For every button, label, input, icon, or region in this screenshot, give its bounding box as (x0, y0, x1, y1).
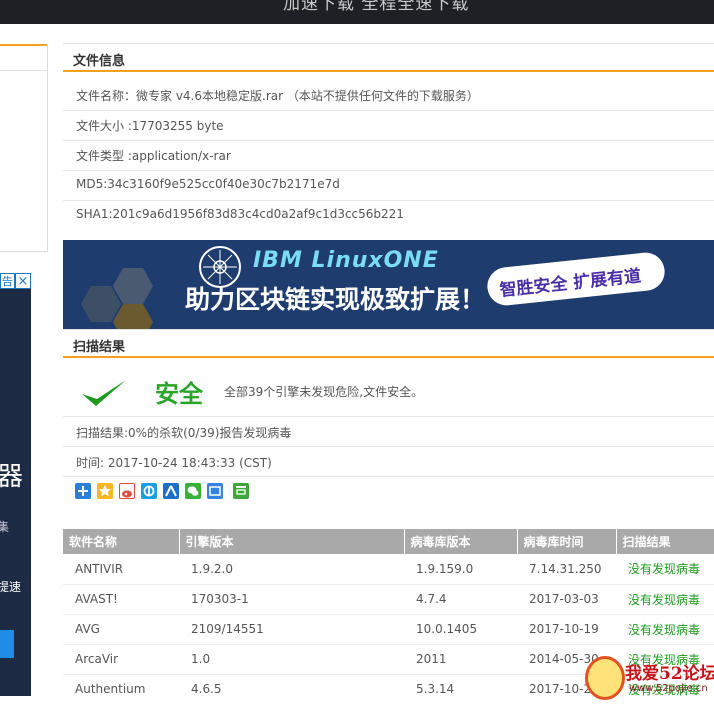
banner-brand: IBM LinuxONE (253, 248, 439, 273)
cell-software: AVAST! (63, 584, 179, 615)
left-panel-header (0, 44, 47, 71)
col-header-db-time: 病毒库时间 (517, 529, 617, 554)
divider (63, 110, 714, 111)
file-info-title: 文件信息 (73, 54, 126, 69)
table-row: AVG 2109/14551 10.0.1405 2017-10-19 没有发现… (63, 614, 714, 645)
cell-software: ANTIVIR (63, 554, 179, 585)
plus-share-icon[interactable] (75, 483, 91, 499)
table-row: ANTIVIR 1.9.2.0 1.9.159.0 7.14.31.250 没有… (63, 554, 714, 585)
cell-engine-version: 2109/14551 (179, 614, 404, 645)
douban-icon[interactable] (233, 483, 249, 499)
file-name-row: 文件名称：微专家 v4.6本地稳定版.rar （本站不提供任何文件的下载服务） (76, 89, 479, 103)
cell-db-time: 7.14.31.250 (517, 554, 616, 585)
divider (63, 170, 714, 171)
watermark-logo-icon (585, 656, 625, 700)
banner-headline: 助力区块链实现极致扩展！ (185, 285, 486, 314)
ad-label: 告 (0, 273, 15, 289)
safe-status: 安全 (155, 380, 203, 408)
tieba-icon[interactable] (207, 483, 223, 499)
cell-db-time: 2017-10-19 (517, 614, 616, 645)
cell-db-version: 1.9.159.0 (404, 554, 517, 585)
cell-software: ArcaVir (63, 644, 179, 675)
ad-line1: 集 (0, 520, 10, 534)
file-info-header: 文件信息 (63, 43, 714, 72)
ad-close-icon[interactable]: × (15, 273, 31, 289)
ibm-banner-ad[interactable]: IBM LinuxONE 助力区块链实现极致扩展！ 智胜安全 扩展有道 (63, 240, 714, 330)
watermark-url: www.52pojie.cn (629, 683, 708, 694)
divider (63, 476, 714, 477)
banner-pill: 智胜安全 扩展有道 (485, 250, 667, 308)
col-header-result: 扫描结果 (616, 529, 714, 554)
cell-result: 没有发现病毒 (616, 554, 714, 585)
wechat-icon[interactable] (185, 483, 201, 499)
cell-software: AVG (63, 614, 179, 645)
col-header-software: 软件名称 (63, 529, 180, 554)
weibo-icon[interactable] (119, 483, 135, 499)
cell-engine-version: 4.6.5 (179, 674, 404, 704)
ad-button[interactable] (0, 630, 14, 658)
watermark-text: 我爱52论坛 (625, 664, 714, 684)
cell-software: Authentium (63, 674, 179, 704)
divider (63, 140, 714, 141)
file-type-row: 文件类型 :application/x-rar (76, 149, 231, 163)
cell-engine-version: 1.9.2.0 (179, 554, 404, 585)
cell-db-time: 2017-03-03 (517, 584, 616, 615)
cell-db-version: 2011 (404, 644, 517, 675)
checkmark-icon (82, 380, 126, 406)
cell-db-version: 4.7.4 (404, 584, 517, 615)
col-header-engine-version: 引擎版本 (179, 529, 405, 554)
cell-result: 没有发现病毒 (616, 614, 714, 645)
scan-result-header: 扫描结果 (63, 329, 714, 358)
forum-watermark: 我爱52论坛 www.52pojie.cn (583, 653, 714, 704)
hex-decoration (81, 286, 121, 322)
scan-result-title: 扫描结果 (73, 340, 126, 355)
divider (63, 200, 714, 201)
cell-db-version: 10.0.1405 (404, 614, 517, 645)
top-banner-text: 加速下载 全程全速下载 (283, 0, 470, 14)
divider (63, 416, 714, 417)
left-sidebar-panel (0, 44, 48, 252)
cell-db-version: 5.3.14 (404, 674, 517, 704)
file-size-row: 文件大小 :17703255 byte (76, 119, 224, 133)
pengyou-icon[interactable] (141, 483, 157, 499)
cell-engine-version: 170303-1 (179, 584, 404, 615)
col-header-db-version: 病毒库版本 (404, 529, 518, 554)
sha1-row: SHA1:201c9a6d1956f83d83c4cd0a2af9c1d3cc5… (76, 207, 404, 221)
qzone-icon[interactable] (97, 483, 113, 499)
renren-icon[interactable] (163, 483, 179, 499)
scan-time: 时间: 2017-10-24 18:43:33 (CST) (76, 456, 272, 470)
ad-line2: 提速 (0, 580, 22, 594)
divider (63, 446, 714, 447)
top-banner[interactable]: 加速下载 全程全速下载 (0, 0, 714, 24)
hex-decoration (113, 268, 153, 304)
scan-summary: 扫描结果:0%的杀软(0/39)报告发现病毒 (76, 426, 292, 440)
table-header-row: 软件名称 引擎版本 病毒库版本 病毒库时间 扫描结果 (63, 529, 714, 554)
safe-description: 全部39个引擎未发现危险,文件安全。 (224, 385, 424, 399)
md5-row: MD5:34c3160f9e525cc0f40e30c7b2171e7d (76, 177, 340, 191)
banner-pill-text: 智胜安全 扩展有道 (498, 266, 643, 301)
table-row: AVAST! 170303-1 4.7.4 2017-03-03 没有发现病毒 (63, 584, 714, 615)
cell-engine-version: 1.0 (179, 644, 404, 675)
ad-big-text: 器 (0, 462, 24, 492)
cell-result: 没有发现病毒 (616, 584, 714, 615)
